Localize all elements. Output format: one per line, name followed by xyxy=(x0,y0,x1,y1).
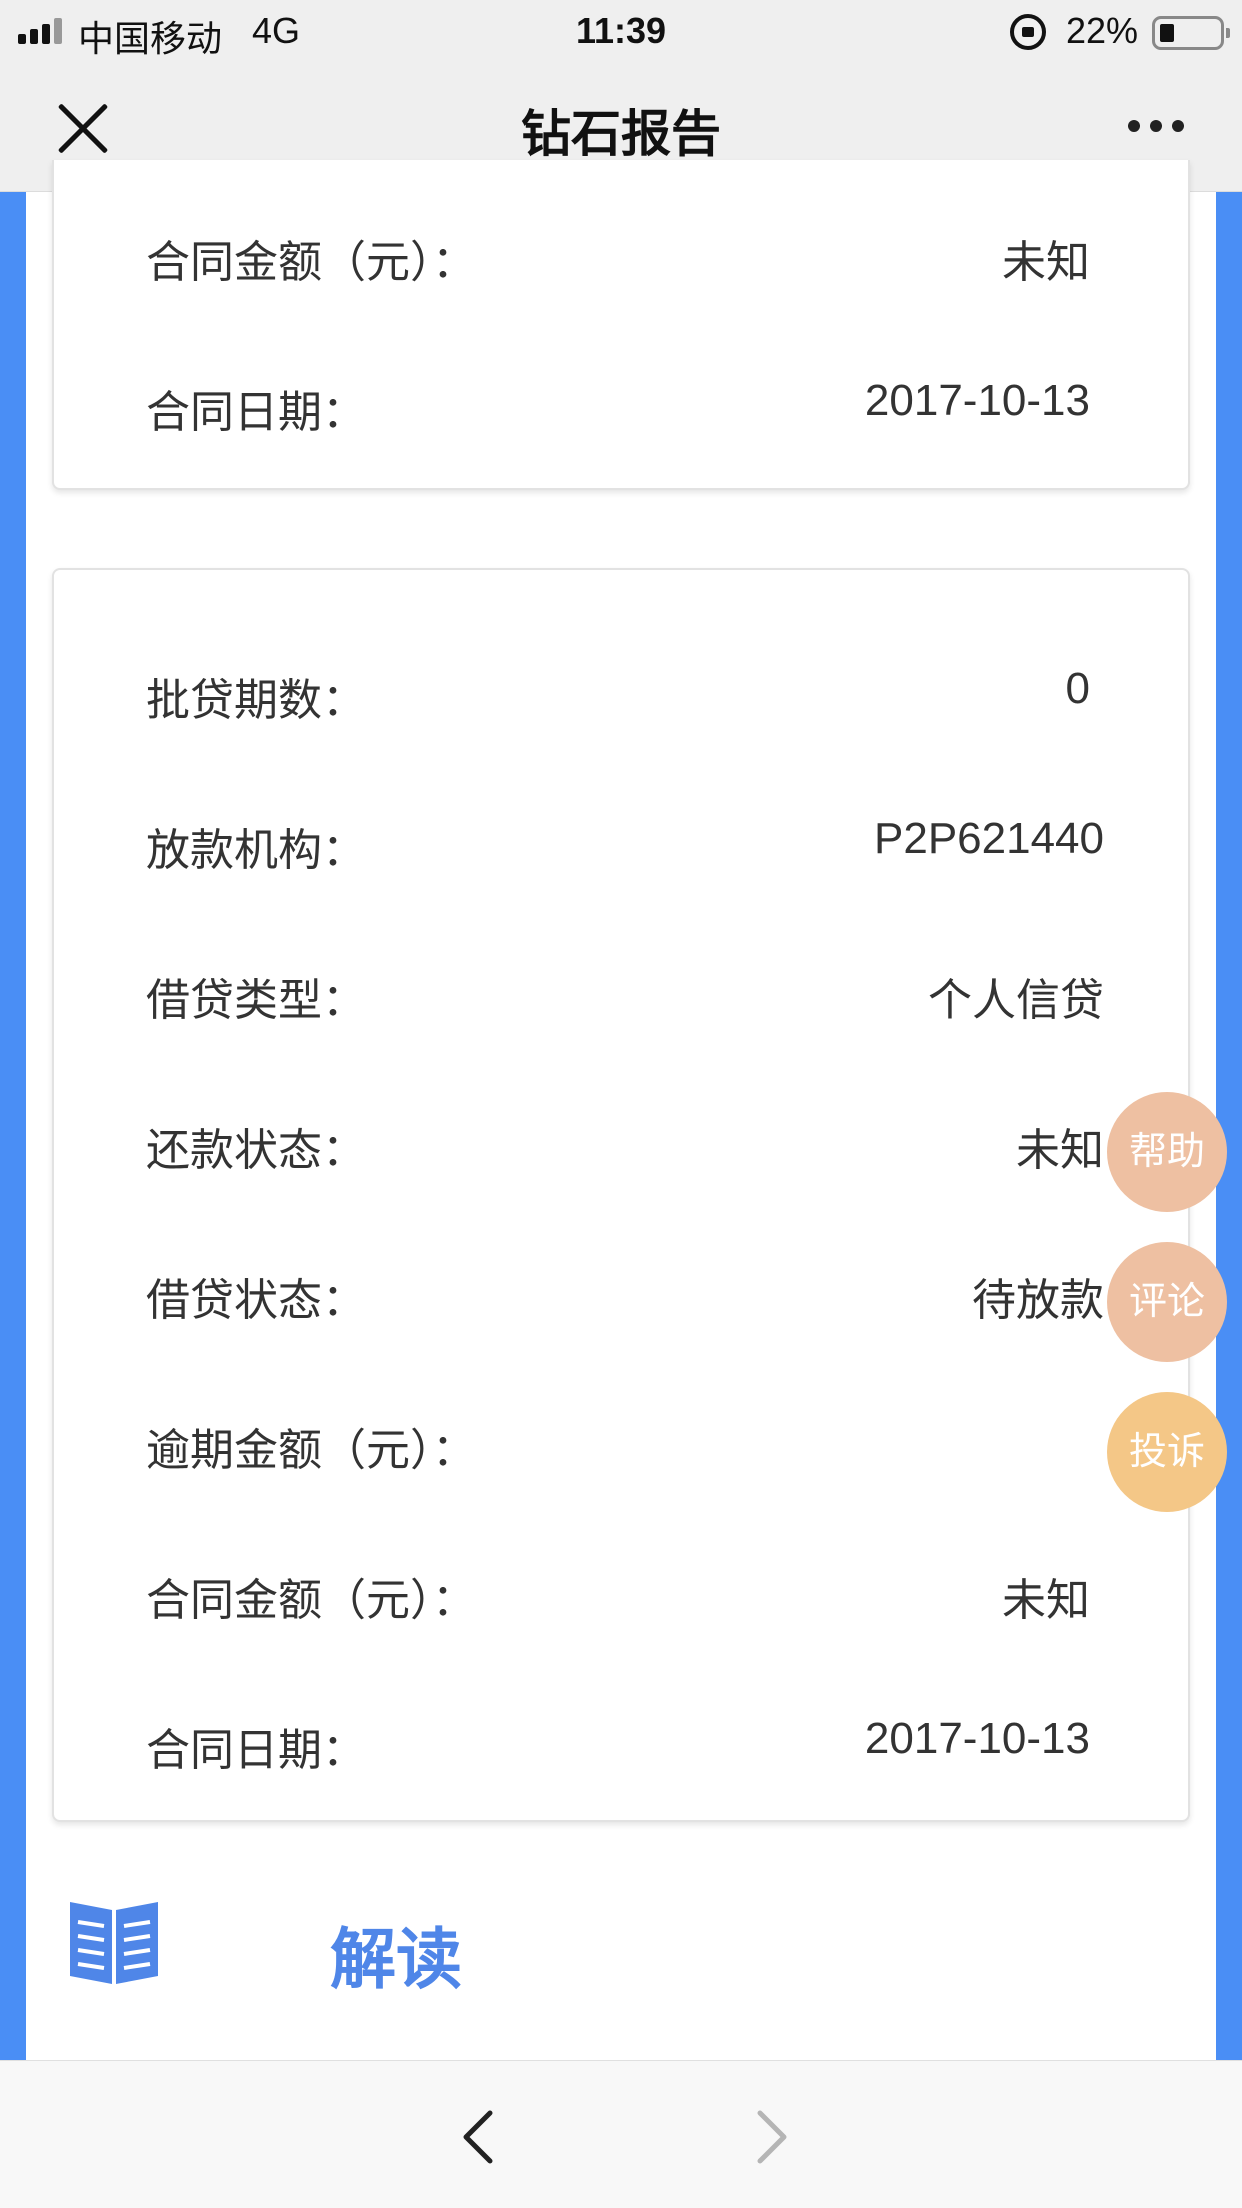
row-value: 个人信贷 xyxy=(928,976,1104,1025)
row-value: 2017-10-13 xyxy=(864,1714,1090,1763)
clock: 11:39 xyxy=(575,10,667,51)
left-accent-border xyxy=(0,192,26,2060)
loan-record-card-previous: 合同金额（元）： 未知 合同日期： 2017-10-13 xyxy=(52,160,1190,490)
row-value: 待放款 xyxy=(972,1276,1104,1325)
row-label: 批贷期数： xyxy=(146,676,366,725)
row-value: 未知 xyxy=(1002,238,1090,287)
page-title: 钻石报告 xyxy=(521,106,721,162)
battery-icon xyxy=(1152,16,1230,50)
info-row-loan-type: 借贷类型： 个人信贷 xyxy=(54,960,1188,1025)
info-row-contract-date: 合同日期： 2017-10-13 xyxy=(54,1710,1188,1775)
row-label: 合同日期： xyxy=(146,388,366,437)
row-value: 未知 xyxy=(1016,1126,1104,1175)
row-label: 合同金额（元）： xyxy=(146,238,476,287)
info-row-loan-periods: 批贷期数： 0 xyxy=(54,660,1188,725)
interpret-heading[interactable]: 解读 xyxy=(330,1906,462,2002)
row-value: 0 xyxy=(1065,664,1090,713)
row-label: 放款机构： xyxy=(146,826,366,875)
info-row-loan-status: 借贷状态： 待放款 xyxy=(54,1260,1188,1325)
complain-button[interactable]: 投诉 xyxy=(1107,1392,1227,1512)
row-label: 借贷类型： xyxy=(146,976,366,1025)
status-bar: 中国移动 4G 11:39 22% xyxy=(0,0,1242,62)
row-label: 还款状态： xyxy=(146,1126,366,1175)
row-label: 合同日期： xyxy=(146,1726,366,1775)
comment-button[interactable]: 评论 xyxy=(1107,1242,1227,1362)
info-row-overdue-amount: 逾期金额（元）： xyxy=(54,1410,1188,1475)
info-row-repayment-status: 还款状态： 未知 xyxy=(54,1110,1188,1175)
chevron-left-icon[interactable] xyxy=(458,2109,498,2165)
orientation-lock-icon xyxy=(1010,14,1046,50)
row-value: 2017-10-13 xyxy=(864,376,1090,425)
row-value: 未知 xyxy=(1002,1576,1090,1625)
loan-record-card: 批贷期数： 0 放款机构： P2P621440 借贷类型： 个人信贷 还款状态：… xyxy=(52,568,1190,1822)
more-icon[interactable] xyxy=(1128,120,1184,134)
book-icon xyxy=(68,1898,160,1986)
chevron-right-icon[interactable] xyxy=(752,2109,792,2165)
info-row-contract-amount: 合同金额（元）： 未知 xyxy=(54,222,1188,287)
info-row-contract-date: 合同日期： 2017-10-13 xyxy=(54,372,1188,437)
help-button[interactable]: 帮助 xyxy=(1107,1092,1227,1212)
row-label: 合同金额（元）： xyxy=(146,1576,476,1625)
info-row-contract-amount: 合同金额（元）： 未知 xyxy=(54,1560,1188,1625)
battery-percentage: 22% xyxy=(1066,10,1139,51)
row-value: P2P621440 xyxy=(874,814,1104,863)
row-label: 逾期金额（元）： xyxy=(146,1426,476,1475)
info-row-lender: 放款机构： P2P621440 xyxy=(54,810,1188,875)
browser-toolbar xyxy=(0,2060,1242,2208)
row-label: 借贷状态： xyxy=(146,1276,366,1325)
